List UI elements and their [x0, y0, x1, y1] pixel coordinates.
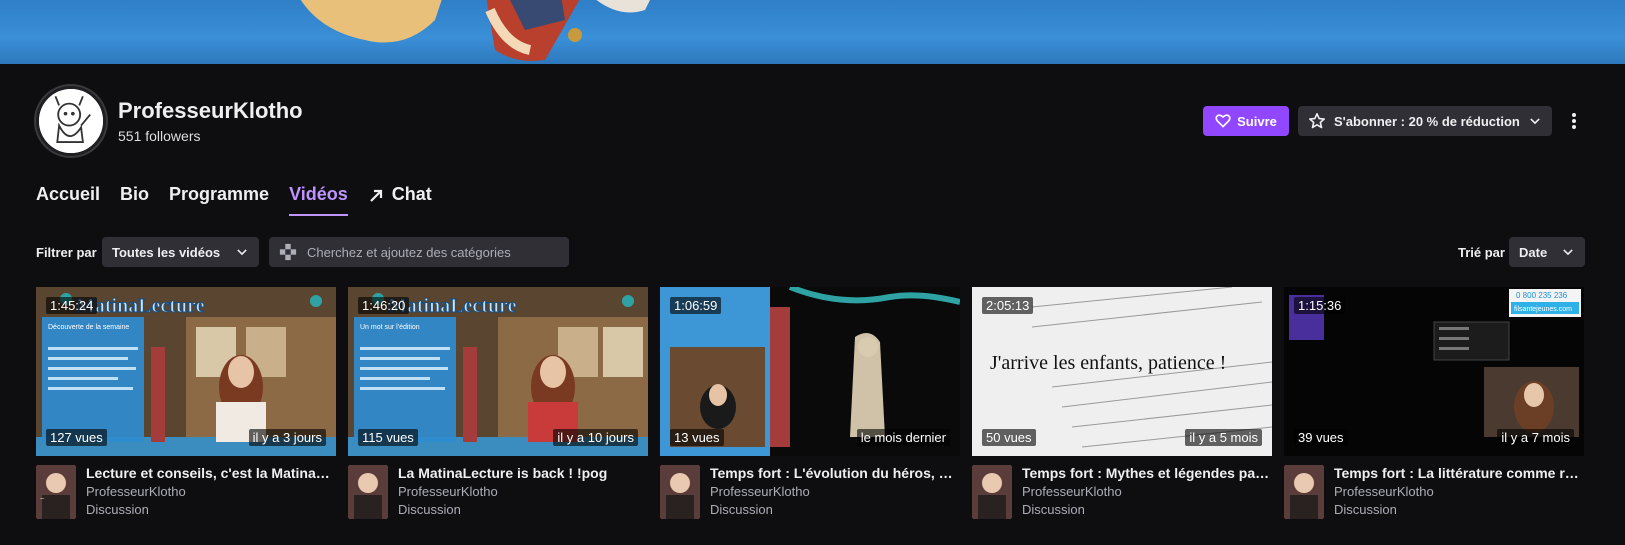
video-channel[interactable]: ProfesseurKlotho: [1022, 484, 1272, 499]
followers-count: 551 followers: [118, 128, 201, 144]
video-card[interactable]: J'arrive les enfants, patience ! 2:05:13…: [972, 287, 1272, 519]
filter-label: Filtrer par: [36, 245, 97, 260]
tab-accueil[interactable]: Accueil: [36, 184, 100, 216]
video-title[interactable]: Lecture et conseils, c'est la MatinaLect…: [86, 465, 336, 481]
video-duration: 2:05:13: [982, 297, 1034, 314]
channel-mini-avatar[interactable]: [660, 465, 700, 519]
thumbnail-site: filsantejeunes.com: [1514, 306, 1572, 313]
video-card[interactable]: Découverte de la semaine MatinaLecture 1…: [36, 287, 336, 519]
thumbnail-panel-title: Un mot sur l'édition: [360, 324, 420, 331]
heart-icon: [1215, 114, 1231, 128]
category-search-input[interactable]: Cherchez et ajoutez des catégories: [269, 237, 569, 267]
tab-label: Accueil: [36, 184, 101, 204]
video-thumbnail[interactable]: Un mot sur l'édition MatinaLecture 1:46:…: [348, 287, 648, 456]
channel-mini-avatar[interactable]: [348, 465, 388, 519]
video-channel[interactable]: ProfesseurKlotho: [398, 484, 648, 499]
video-age: il y a 5 mois: [1185, 429, 1262, 446]
external-arrow-icon: [370, 189, 382, 202]
video-title[interactable]: La MatinaLecture is back ! !pog: [398, 465, 648, 481]
search-placeholder: Cherchez et ajoutez des catégories: [307, 244, 511, 260]
channel-mini-avatar[interactable]: ~: [36, 465, 76, 519]
channel-avatar[interactable]: [36, 86, 106, 156]
follow-button[interactable]: Suivre: [1203, 106, 1289, 136]
more-options-button[interactable]: [1564, 106, 1584, 136]
video-views: 39 vues: [1294, 429, 1348, 446]
banner-illustration: [300, 0, 650, 61]
video-category[interactable]: Discussion: [710, 502, 960, 517]
thumbnail-phone: 0 800 235 236: [1516, 291, 1568, 300]
channel-mini-avatar[interactable]: [972, 465, 1012, 519]
more-vertical-icon: [1572, 113, 1576, 129]
channel-name[interactable]: ProfesseurKlotho: [118, 98, 303, 124]
video-age: le mois dernier: [856, 429, 950, 446]
video-views: 115 vues: [358, 429, 418, 446]
thumbnail-panel-title: Découverte de la semaine: [48, 324, 129, 331]
tab-label: Chat: [391, 184, 432, 204]
chevron-down-icon: [237, 249, 247, 256]
tab-label: Programme: [169, 184, 270, 204]
chevron-down-icon: [1563, 249, 1573, 256]
video-type-dropdown[interactable]: Toutes les vidéos: [102, 237, 259, 267]
video-thumbnail[interactable]: 1:06:59 13 vues le mois dernier: [660, 287, 960, 456]
thumbnail-caption: J'arrive les enfants, patience !: [990, 352, 1226, 374]
star-icon: [1308, 112, 1326, 129]
video-category[interactable]: Discussion: [1334, 502, 1584, 517]
video-channel[interactable]: ProfesseurKlotho: [1334, 484, 1584, 499]
video-grid: Découverte de la semaine MatinaLecture 1…: [36, 287, 1584, 519]
channel-banner: [0, 0, 1625, 64]
video-channel[interactable]: ProfesseurKlotho: [710, 484, 960, 499]
video-age: il y a 3 jours: [248, 429, 326, 446]
video-thumbnail[interactable]: Découverte de la semaine MatinaLecture 1…: [36, 287, 336, 456]
video-duration: 1:06:59: [670, 297, 722, 314]
video-type-value: Toutes les vidéos: [112, 244, 221, 260]
video-category[interactable]: Discussion: [1022, 502, 1272, 517]
tab-bio[interactable]: Bio: [120, 184, 149, 216]
sort-value: Date: [1519, 244, 1548, 260]
video-duration: 1:15:36: [1294, 297, 1346, 314]
sort-label: Trié par: [1458, 245, 1505, 260]
video-card[interactable]: Un mot sur l'édition MatinaLecture 1:46:…: [348, 287, 648, 519]
video-card[interactable]: 0 800 235 236 filsantejeunes.com 1:15:36…: [1284, 287, 1584, 519]
video-views: 127 vues: [46, 429, 107, 446]
gamepad-icon: [279, 243, 297, 261]
subscribe-label: S'abonner : 20 % de réduction: [1334, 113, 1520, 129]
channel-mini-avatar[interactable]: [1284, 465, 1324, 519]
video-views: 50 vues: [982, 429, 1036, 446]
follow-label: Suivre: [1237, 113, 1277, 129]
svg-text:~: ~: [40, 496, 44, 503]
tab-chat[interactable]: Chat: [368, 184, 432, 216]
video-category[interactable]: Discussion: [86, 502, 336, 517]
video-age: il y a 10 jours: [553, 429, 638, 446]
channel-tabs: Accueil Bio Programme Vidéos Chat: [36, 184, 432, 220]
video-views: 13 vues: [670, 429, 724, 446]
video-title[interactable]: Temps fort : L'évolution du héros, de l'…: [710, 465, 960, 481]
video-duration: 1:45:24: [46, 297, 98, 314]
sort-dropdown[interactable]: Date: [1509, 237, 1585, 267]
video-thumbnail[interactable]: J'arrive les enfants, patience ! 2:05:13…: [972, 287, 1272, 456]
tab-label: Bio: [120, 184, 150, 204]
video-title[interactable]: Temps fort : La littérature comme refuge: [1334, 465, 1584, 481]
video-age: il y a 7 mois: [1497, 429, 1574, 446]
video-thumbnail[interactable]: 0 800 235 236 filsantejeunes.com 1:15:36…: [1284, 287, 1584, 456]
chevron-down-icon: [1530, 118, 1540, 125]
video-channel[interactable]: ProfesseurKlotho: [86, 484, 336, 499]
tab-label: Vidéos: [289, 184, 348, 204]
tab-programme[interactable]: Programme: [169, 184, 269, 216]
subscribe-button[interactable]: S'abonner : 20 % de réduction: [1298, 106, 1552, 136]
video-category[interactable]: Discussion: [398, 502, 648, 517]
tab-videos[interactable]: Vidéos: [289, 184, 348, 216]
video-title[interactable]: Temps fort : Mythes et légendes pas si l…: [1022, 465, 1272, 481]
video-card[interactable]: 1:06:59 13 vues le mois dernier Temps fo…: [660, 287, 960, 519]
video-duration: 1:46:20: [358, 297, 410, 314]
